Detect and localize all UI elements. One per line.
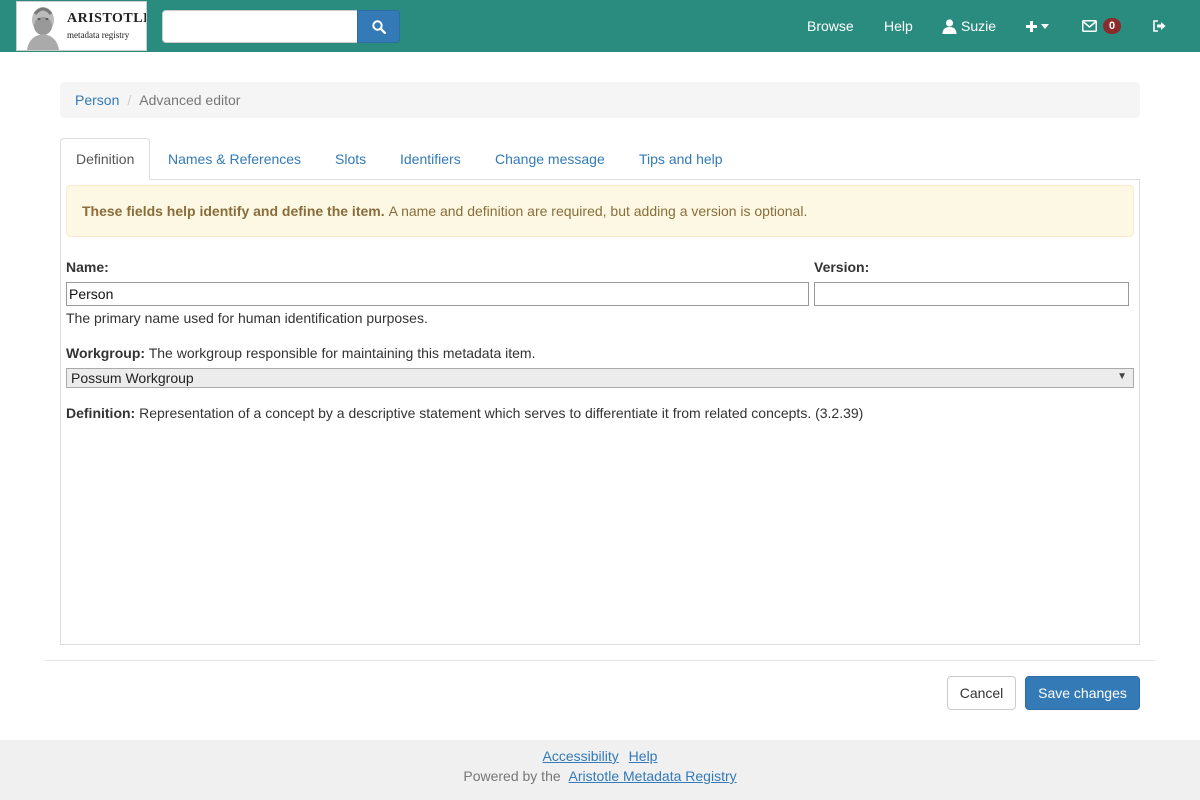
aristotle-logo[interactable]: ARISTOTLE metadata registry [16, 1, 147, 51]
footer-registry-link[interactable]: Aristotle Metadata Registry [569, 768, 737, 784]
tab-slots[interactable]: Slots [320, 138, 381, 180]
tab-change-message[interactable]: Change message [480, 138, 620, 180]
footer-help-link[interactable]: Help [629, 748, 658, 764]
search-icon [371, 19, 386, 34]
info-alert: These fields help identify and define th… [66, 185, 1134, 237]
breadcrumb-current: Advanced editor [139, 92, 241, 108]
add-item-dropdown[interactable] [1026, 0, 1049, 52]
footer-links: Accessibility Help [0, 748, 1200, 764]
definition-help-text: Representation of a concept by a descrip… [139, 405, 864, 421]
search-input[interactable] [162, 10, 358, 43]
tab-tips-and-help[interactable]: Tips and help [624, 138, 738, 180]
user-icon [942, 18, 957, 34]
dropdown-arrow-icon: ▼ [1117, 371, 1127, 382]
user-name: Suzie [961, 18, 997, 34]
logo-title: ARISTOTLE [67, 11, 147, 26]
definition-row: Definition: Representation of a concept … [66, 405, 863, 421]
workgroup-row: Workgroup: The workgroup responsible for… [66, 345, 535, 361]
notifications-link[interactable]: 0 [1082, 0, 1122, 52]
plus-icon [1026, 20, 1037, 32]
workgroup-label: Workgroup: [66, 345, 146, 361]
nav-help-link[interactable]: Help [884, 0, 913, 52]
definition-label: Definition: [66, 405, 136, 421]
breadcrumb-person-link[interactable]: Person [75, 92, 119, 108]
name-help-text: The primary name used for human identifi… [66, 310, 428, 326]
nav-user-menu[interactable]: Suzie [942, 0, 996, 52]
version-field[interactable] [814, 282, 1129, 306]
sign-out-icon [1153, 20, 1166, 32]
tab-names-references[interactable]: Names & References [153, 138, 316, 180]
alert-strong-text: These fields help identify and define th… [82, 203, 385, 219]
logo-subtitle: metadata registry [67, 30, 130, 40]
alert-text: A name and definition are required, but … [388, 203, 808, 219]
save-changes-button[interactable]: Save changes [1025, 676, 1140, 710]
nav-browse-link[interactable]: Browse [807, 0, 854, 52]
version-label: Version: [814, 259, 870, 275]
footer-powered-by: Powered by the Aristotle Metadata Regist… [0, 768, 1200, 784]
breadcrumb: Person / Advanced editor [60, 82, 1140, 118]
workgroup-help-text: The workgroup responsible for maintainin… [148, 345, 536, 361]
editor-tabs: Definition Names & References Slots Iden… [60, 138, 1140, 180]
divider [45, 660, 1155, 661]
notifications-badge: 0 [1103, 18, 1122, 34]
envelope-icon [1082, 20, 1097, 32]
name-label: Name: [66, 259, 109, 275]
powered-by-text: Powered by the [463, 768, 561, 784]
footer: Accessibility Help Powered by the Aristo… [0, 740, 1200, 800]
tab-definition[interactable]: Definition [60, 138, 151, 180]
caret-down-icon [1041, 23, 1049, 29]
breadcrumb-separator: / [127, 92, 132, 108]
cancel-button[interactable]: Cancel [947, 676, 1016, 710]
search-button[interactable] [357, 10, 400, 43]
aristotle-bust-icon [21, 2, 65, 50]
name-field[interactable]: Person [66, 282, 809, 306]
tab-identifiers[interactable]: Identifiers [385, 138, 476, 180]
workgroup-selected-value: Possum Workgroup [71, 370, 194, 386]
footer-accessibility-link[interactable]: Accessibility [543, 748, 619, 764]
workgroup-select[interactable]: Possum Workgroup ▼ [66, 368, 1134, 388]
navbar: ARISTOTLE metadata registry Browse Help … [0, 0, 1200, 52]
logout-link[interactable] [1153, 0, 1166, 52]
